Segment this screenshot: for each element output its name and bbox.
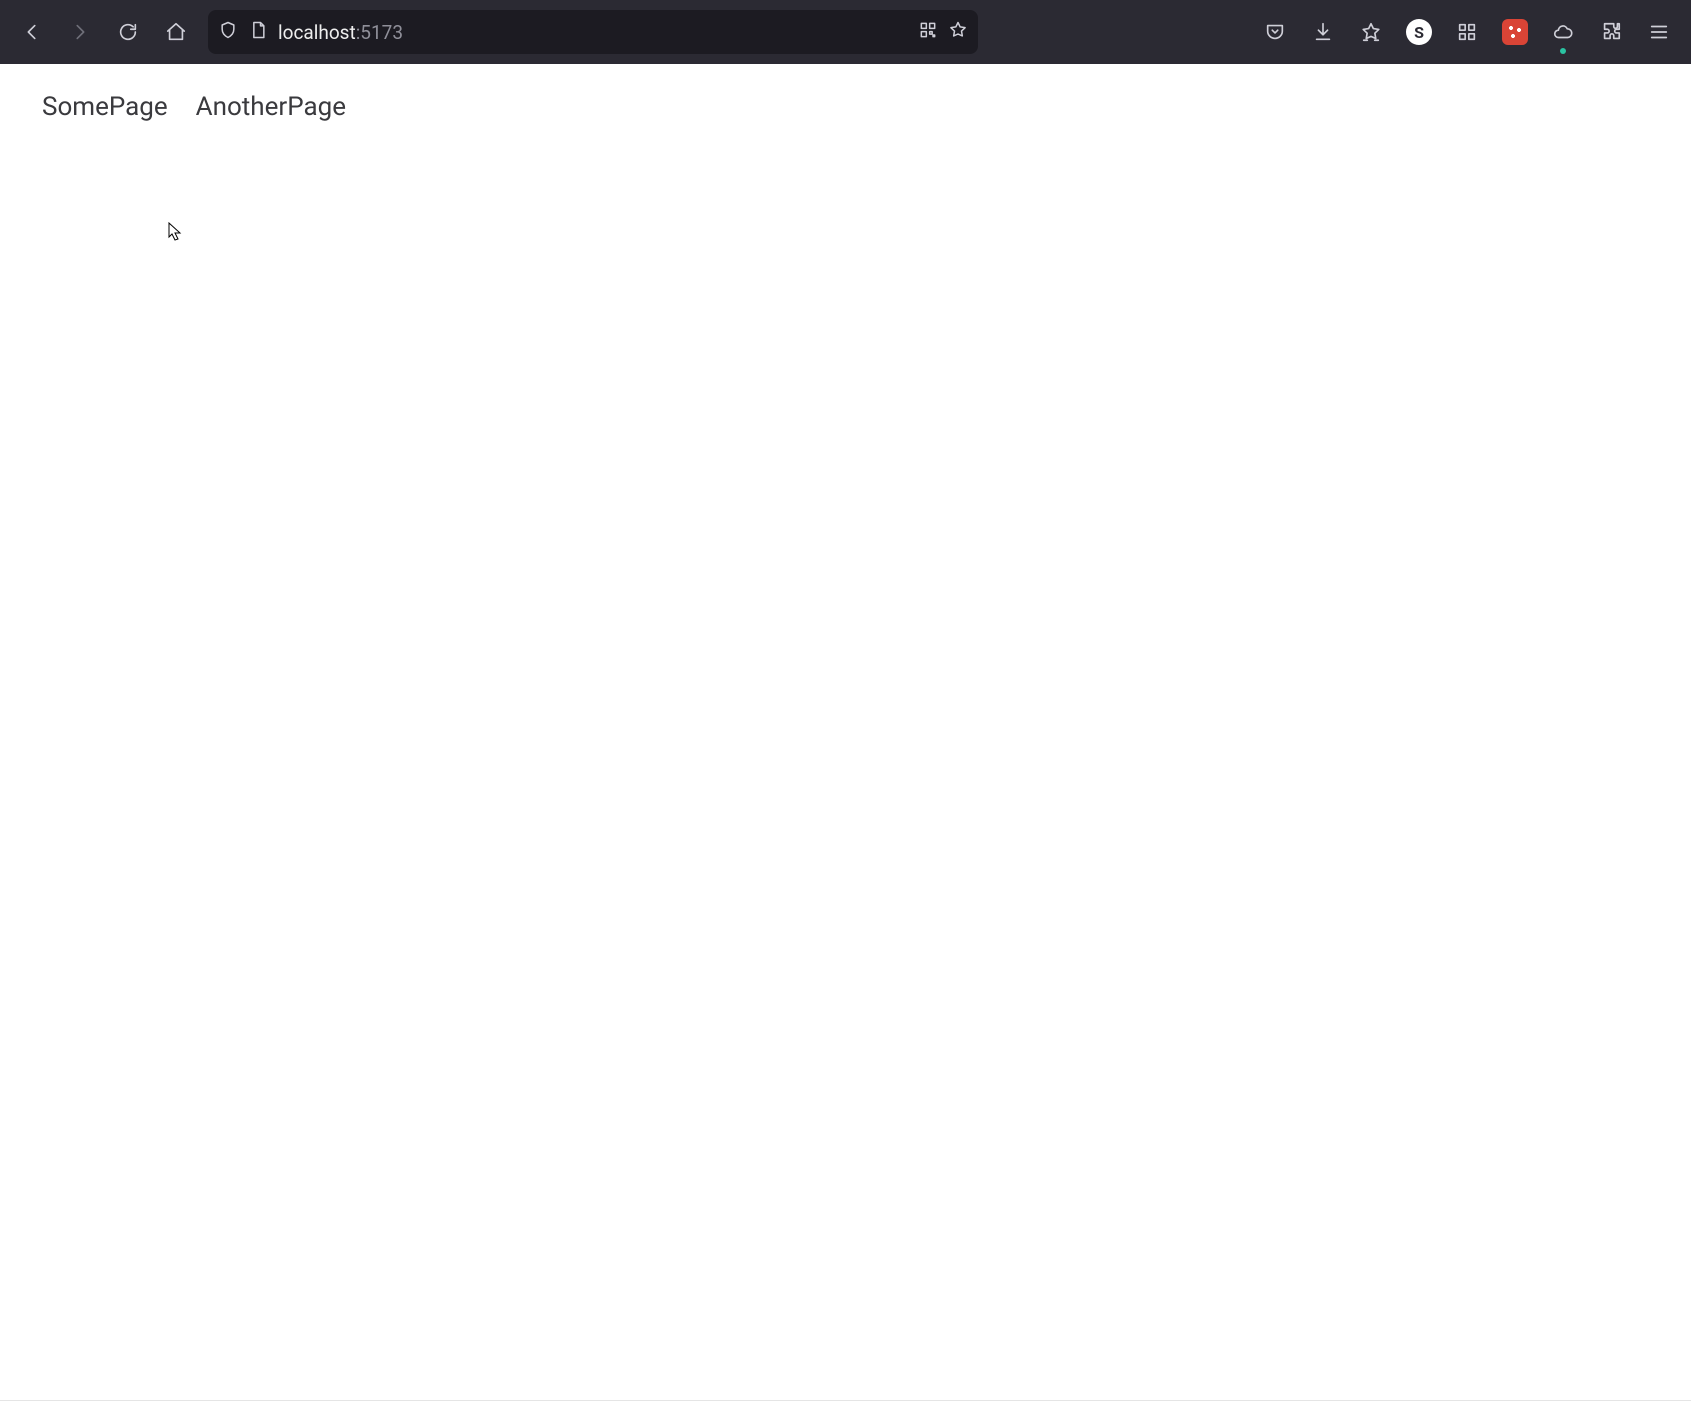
noscript-icon [1502,19,1528,45]
extension-red-button[interactable] [1495,12,1535,52]
home-icon [165,21,187,43]
shield-icon[interactable] [218,20,238,44]
star-lines-icon [1360,21,1382,43]
pocket-icon [1264,21,1286,43]
cloud-button[interactable] [1543,12,1583,52]
page-icon [248,20,268,44]
browser-toolbar: localhost:5173 S [0,0,1691,64]
menu-button[interactable] [1639,12,1679,52]
forward-button[interactable] [60,12,100,52]
pocket-button[interactable] [1255,12,1295,52]
nav-link-anotherpage[interactable]: AnotherPage [196,92,346,122]
extensions-button[interactable] [1591,12,1631,52]
extension-s-button[interactable]: S [1399,12,1439,52]
page-content: SomePage AnotherPage [0,64,1691,150]
puzzle-icon [1600,21,1622,43]
page-nav: SomePage AnotherPage [42,92,1649,122]
back-button[interactable] [12,12,52,52]
downloads-button[interactable] [1303,12,1343,52]
address-port: :5173 [356,21,403,44]
extension-tiles-button[interactable] [1447,12,1487,52]
address-text[interactable]: localhost:5173 [278,21,908,44]
reload-icon [117,21,139,43]
tiles-icon [1456,21,1478,43]
status-dot-icon [1560,48,1566,54]
arrow-right-icon [69,21,91,43]
home-button[interactable] [156,12,196,52]
address-host: localhost [278,21,356,44]
divider [0,1400,1691,1401]
bookmark-star-icon[interactable] [948,20,968,44]
hamburger-icon [1648,21,1670,43]
arrow-left-icon [21,21,43,43]
bookmarks-menu-button[interactable] [1351,12,1391,52]
address-bar[interactable]: localhost:5173 [208,10,978,54]
nav-link-somepage[interactable]: SomePage [42,92,168,122]
qr-icon[interactable] [918,20,938,44]
s-circle-icon: S [1406,19,1432,45]
cursor-icon [168,222,182,242]
download-icon [1312,21,1334,43]
reload-button[interactable] [108,12,148,52]
cloud-icon [1552,21,1574,43]
